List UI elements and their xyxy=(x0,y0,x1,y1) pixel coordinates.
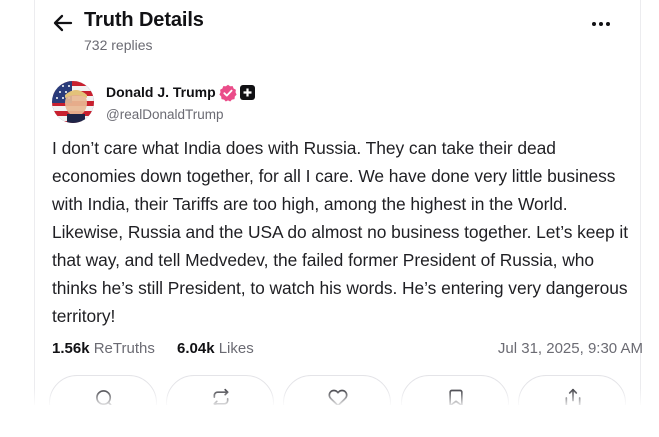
page-header: Truth Details 732 replies xyxy=(35,0,640,64)
post-actions xyxy=(49,375,629,431)
likes-label: Likes xyxy=(218,340,254,357)
post-timestamp: Jul 31, 2025, 9:30 AM xyxy=(497,340,643,357)
author-avatar[interactable] xyxy=(52,81,94,123)
post-stats: 1.56k ReTruths 6.04k Likes Jul 31, 2025,… xyxy=(52,340,643,362)
retruths-stat[interactable]: 1.56k ReTruths xyxy=(52,340,155,357)
author-name[interactable]: Donald J. Trump xyxy=(106,84,216,100)
post-text: I don’t care what India does with Russia… xyxy=(52,138,629,326)
plus-badge-icon xyxy=(240,85,255,100)
arrow-left-icon xyxy=(53,14,73,32)
more-horizontal-icon xyxy=(592,22,610,26)
retruths-count: 1.56k xyxy=(52,340,90,357)
author-handle[interactable]: @realDonaldTrump xyxy=(106,107,224,122)
reply-count: 732 replies xyxy=(84,37,153,53)
back-button[interactable] xyxy=(51,11,75,35)
retruths-label: ReTruths xyxy=(93,340,155,357)
verified-badge-icon xyxy=(219,84,237,102)
page-title: Truth Details xyxy=(84,9,204,31)
more-options-button[interactable] xyxy=(589,12,613,36)
truth-detail-panel: Truth Details 732 replies Donald J. Trum… xyxy=(34,0,643,431)
page-bottom-area xyxy=(0,405,659,437)
likes-stat[interactable]: 6.04k Likes xyxy=(177,340,254,357)
likes-count: 6.04k xyxy=(177,340,215,357)
